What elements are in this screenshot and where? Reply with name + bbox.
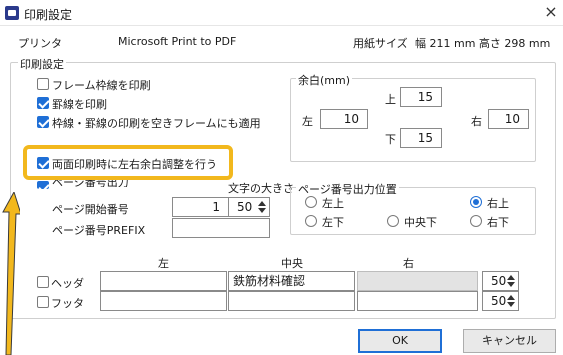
ruled-lines-label: 罫線を印刷	[52, 98, 107, 111]
cancel-button[interactable]: キャンセル	[463, 329, 556, 353]
duplex-margin-checkbox[interactable]	[37, 157, 49, 169]
header-label: ヘッダ	[51, 277, 84, 290]
close-icon[interactable]: ×	[543, 3, 559, 21]
margin-right-label: 右	[471, 115, 482, 128]
header-checkbox[interactable]	[37, 276, 49, 288]
column-center-header: 中央	[281, 257, 303, 270]
font-size-value: 50	[237, 200, 253, 214]
margin-bottom-input[interactable]: 15	[400, 128, 442, 148]
header-size-value: 50	[491, 274, 507, 288]
margin-left-label: 左	[302, 115, 313, 128]
margin-top-input[interactable]: 15	[400, 87, 442, 107]
margin-left-input[interactable]: 10	[320, 109, 368, 129]
frame-border-label: フレーム枠線を印刷	[52, 79, 151, 92]
footer-left-input[interactable]	[100, 291, 227, 311]
footer-size-value: 50	[491, 294, 507, 308]
page-number-output-checkbox[interactable]	[37, 181, 49, 189]
footer-right-input[interactable]	[357, 291, 478, 311]
column-right-header: 右	[403, 257, 414, 270]
ok-button[interactable]: OK	[358, 329, 442, 353]
paper-size-value: 幅 211 mm 高さ 298 mm	[415, 37, 551, 50]
margin-top-label: 上	[385, 93, 396, 106]
printer-label: プリンタ	[18, 37, 62, 50]
paper-size-label: 用紙サイズ	[353, 37, 408, 50]
spinner-icon[interactable]	[258, 200, 266, 214]
apply-empty-frames-checkbox[interactable]	[37, 116, 49, 128]
prefix-label: ページ番号PREFIX	[52, 224, 146, 237]
page-position-legend: ページ番号出力位置	[296, 181, 399, 197]
header-size-stepper[interactable]: 50	[482, 271, 519, 291]
header-left-input[interactable]	[100, 271, 227, 291]
duplex-margin-label: 両面印刷時に左右余白調整を行う	[52, 158, 217, 171]
position-top-right-label: 右上	[487, 197, 509, 210]
position-bottom-center-radio[interactable]	[387, 215, 399, 227]
print-settings-legend: 印刷設定	[18, 56, 66, 72]
position-bottom-right-label: 右下	[487, 216, 509, 229]
column-left-header: 左	[158, 257, 169, 270]
footer-label: フッタ	[51, 297, 84, 310]
position-bottom-right-radio[interactable]	[470, 215, 482, 227]
position-bottom-center-label: 中央下	[404, 216, 437, 229]
footer-checkbox[interactable]	[37, 296, 49, 308]
start-page-input[interactable]: 1	[172, 197, 229, 217]
footer-center-input[interactable]	[228, 291, 355, 311]
position-top-left-label: 左上	[322, 197, 344, 210]
prefix-input[interactable]	[172, 218, 270, 238]
annotation-arrow-icon	[2, 192, 20, 355]
spinner-icon[interactable]	[507, 274, 515, 288]
header-right-input[interactable]	[357, 271, 478, 291]
footer-size-stepper[interactable]: 50	[482, 291, 519, 311]
margins-legend: 余白(mm)	[296, 72, 353, 88]
position-bottom-left-label: 左下	[322, 216, 344, 229]
position-top-left-radio[interactable]	[305, 196, 317, 208]
spinner-icon[interactable]	[507, 294, 515, 308]
font-size-stepper[interactable]: 50	[228, 197, 270, 217]
frame-border-checkbox[interactable]	[37, 78, 49, 90]
title-bar	[0, 0, 563, 26]
header-center-input[interactable]: 鉄筋材料確認	[228, 271, 355, 291]
ruled-lines-checkbox[interactable]	[37, 97, 49, 109]
position-bottom-left-radio[interactable]	[305, 215, 317, 227]
font-size-label: 文字の大きさ	[228, 182, 294, 195]
app-icon	[5, 6, 19, 20]
position-top-right-radio[interactable]	[470, 196, 482, 208]
window-title: 印刷設定	[24, 8, 73, 22]
margin-bottom-label: 下	[385, 133, 396, 146]
start-page-label: ページ開始番号	[52, 203, 129, 216]
margin-right-input[interactable]: 10	[488, 109, 529, 129]
printer-name: Microsoft Print to PDF	[118, 35, 237, 48]
apply-empty-frames-label: 枠線・罫線の印刷を空きフレームにも適用	[52, 117, 261, 130]
